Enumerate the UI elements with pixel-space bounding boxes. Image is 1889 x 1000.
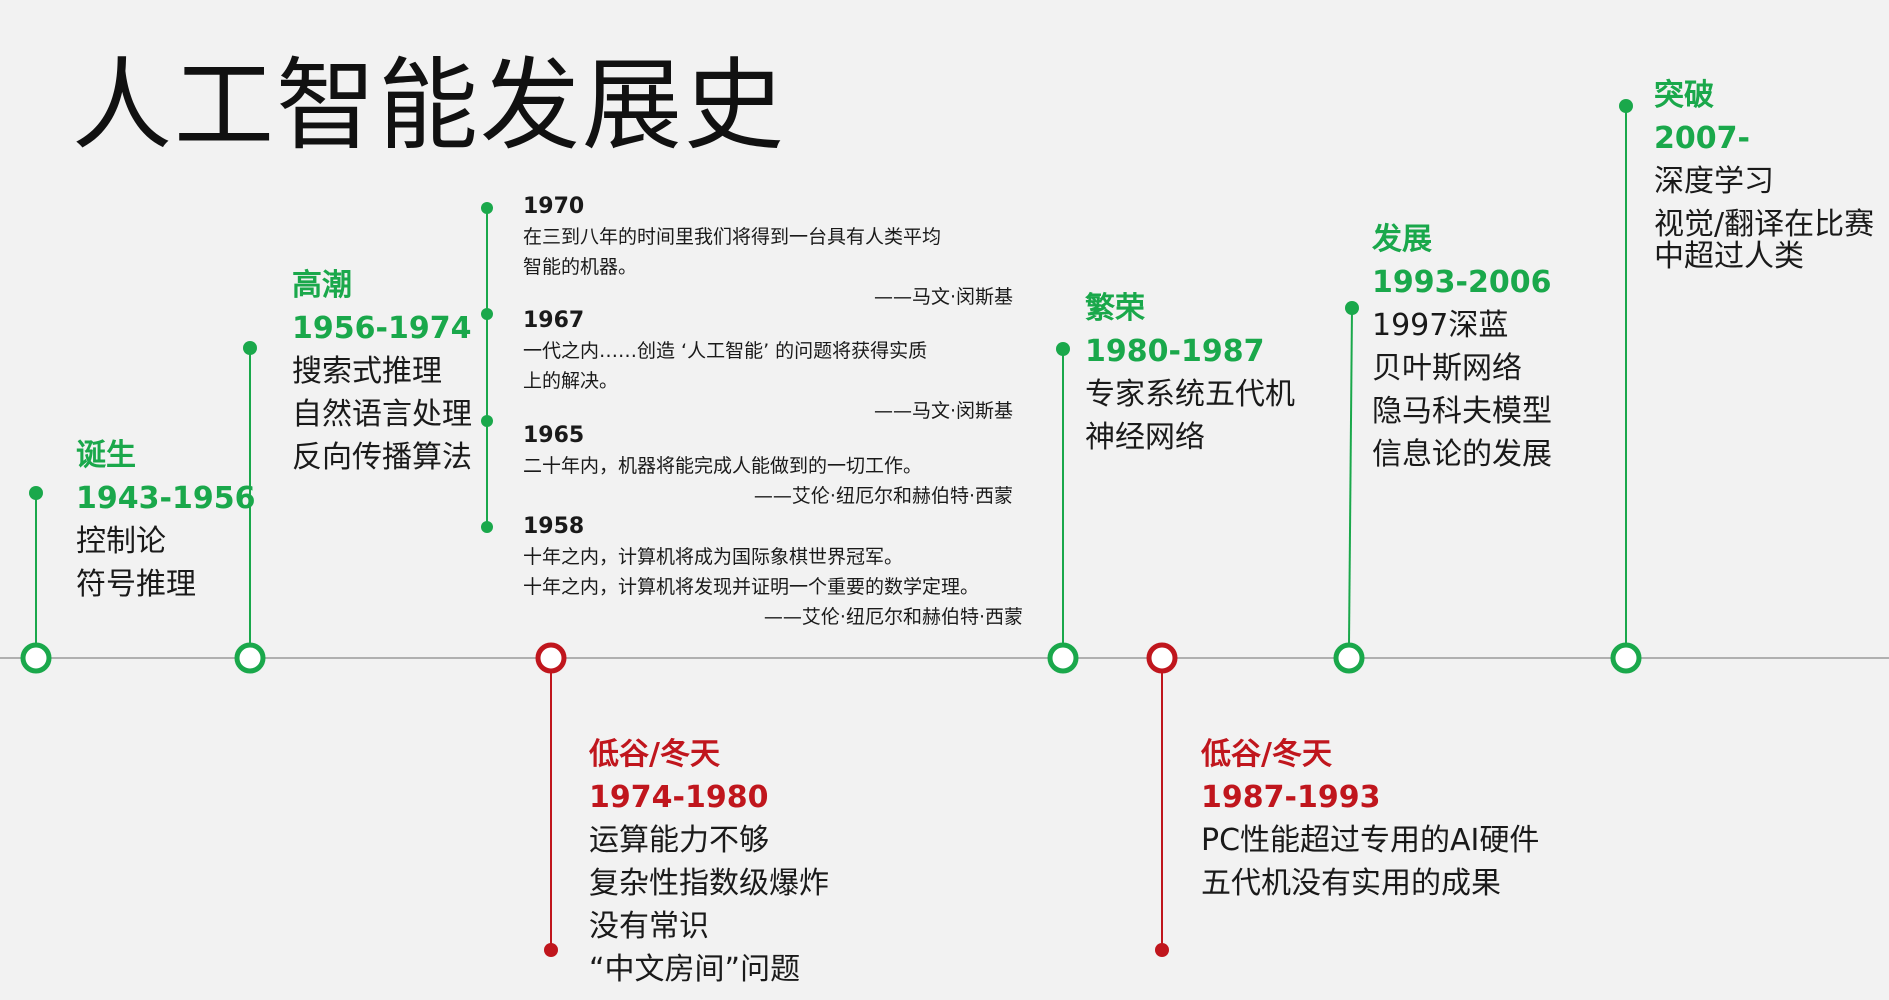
quote-year: 1967 bbox=[523, 308, 585, 333]
dot-prosperity bbox=[1056, 342, 1070, 356]
quote-text: 二十年内，机器将能完成人能做到的一切工作。 bbox=[523, 455, 923, 477]
quote-dot-1958 bbox=[481, 521, 493, 533]
period-item: 专家系统五代机 bbox=[1085, 377, 1295, 412]
quote-author: ——艾伦·纽厄尔和赫伯特·西蒙 bbox=[753, 485, 1013, 507]
quote-year: 1970 bbox=[523, 194, 585, 219]
period-birth: 诞生 1943-1956 控制论 符号推理 bbox=[76, 434, 255, 606]
quote-text: 十年之内，计算机将发现并证明一个重要的数学定理。 bbox=[523, 576, 980, 598]
period-item: PC性能超过专用的AI硬件 bbox=[1201, 823, 1540, 858]
quote-1967: 1967 一代之内……创造 ‘人工智能’ 的问题将获得实质 上的解决。 ——马文… bbox=[523, 306, 1013, 426]
quote-text: 在三到八年的时间里我们将得到一台具有人类平均 bbox=[523, 226, 942, 248]
period-name: 低谷/冬天 bbox=[1201, 737, 1332, 772]
quote-author: ——艾伦·纽厄尔和赫伯特·西蒙 bbox=[763, 606, 1023, 628]
period-winter-2: 低谷/冬天 1987-1993 PC性能超过专用的AI硬件 五代机没有实用的成果 bbox=[1201, 733, 1539, 905]
quote-text: 上的解决。 bbox=[523, 370, 619, 392]
quote-year: 1965 bbox=[523, 423, 585, 448]
period-years: 1974-1980 bbox=[589, 780, 769, 815]
quote-1970: 1970 在三到八年的时间里我们将得到一台具有人类平均 智能的机器。 ——马文·… bbox=[523, 192, 1013, 312]
period-name: 发展 bbox=[1372, 222, 1432, 257]
period-item: 信息论的发展 bbox=[1372, 437, 1552, 472]
period-item: 没有常识 bbox=[589, 909, 709, 944]
dot-boom bbox=[243, 341, 257, 355]
period-item: 控制论 bbox=[76, 524, 166, 559]
dot-development bbox=[1345, 301, 1359, 315]
period-item: 神经网络 bbox=[1085, 420, 1205, 455]
dot-winter-1 bbox=[544, 943, 558, 957]
period-item: 运算能力不够 bbox=[589, 823, 769, 858]
period-item: 贝叶斯网络 bbox=[1372, 351, 1522, 386]
period-name: 繁荣 bbox=[1085, 291, 1145, 326]
period-item: 反向传播算法 bbox=[292, 440, 472, 475]
period-item: 中超过人类 bbox=[1654, 239, 1804, 274]
period-item: 隐马科夫模型 bbox=[1372, 394, 1552, 429]
milestone-boom bbox=[234, 642, 266, 674]
period-item: 视觉/翻译在比赛 bbox=[1654, 207, 1875, 242]
quote-1958: 1958 十年之内，计算机将成为国际象棋世界冠军。 十年之内，计算机将发现并证明… bbox=[523, 512, 1023, 632]
dot-winter-2 bbox=[1155, 943, 1169, 957]
period-item: 深度学习 bbox=[1654, 164, 1774, 199]
quote-year: 1958 bbox=[523, 514, 585, 539]
period-years: 1993-2006 bbox=[1372, 265, 1552, 300]
quote-dot-1965 bbox=[481, 415, 493, 427]
period-item: 1997深蓝 bbox=[1372, 308, 1509, 343]
period-years: 1943-1956 bbox=[76, 481, 256, 516]
quote-dot-1967 bbox=[481, 308, 493, 320]
period-name: 突破 bbox=[1654, 78, 1714, 113]
period-boom: 高潮 1956-1974 搜索式推理 自然语言处理 反向传播算法 bbox=[292, 264, 472, 479]
period-item: 五代机没有实用的成果 bbox=[1201, 866, 1501, 901]
period-item: 自然语言处理 bbox=[292, 397, 472, 432]
connector-development bbox=[1348, 307, 1353, 645]
milestone-winter-2 bbox=[1146, 642, 1178, 674]
quote-text: 智能的机器。 bbox=[523, 256, 638, 278]
milestone-prosperity bbox=[1047, 642, 1079, 674]
dot-breakthrough bbox=[1619, 99, 1633, 113]
milestone-birth bbox=[20, 642, 52, 674]
dot-birth bbox=[29, 486, 43, 500]
period-item: 复杂性指数级爆炸 bbox=[589, 866, 829, 901]
period-years: 1956-1974 bbox=[292, 311, 472, 346]
milestone-breakthrough bbox=[1610, 642, 1642, 674]
quote-text: 一代之内……创造 ‘人工智能’ 的问题将获得实质 bbox=[523, 340, 928, 362]
period-name: 诞生 bbox=[76, 438, 136, 473]
milestone-development bbox=[1333, 642, 1365, 674]
period-item: 搜索式推理 bbox=[292, 354, 442, 389]
period-years: 1980-1987 bbox=[1085, 334, 1265, 369]
period-breakthrough: 突破 2007- 深度学习 视觉/翻译在比赛 中超过人类 bbox=[1654, 74, 1874, 273]
period-name: 低谷/冬天 bbox=[589, 737, 720, 772]
quote-1965: 1965 二十年内，机器将能完成人能做到的一切工作。 ——艾伦·纽厄尔和赫伯特·… bbox=[523, 421, 1013, 511]
period-years: 1987-1993 bbox=[1201, 780, 1381, 815]
period-winter-1: 低谷/冬天 1974-1980 运算能力不够 复杂性指数级爆炸 没有常识 “中文… bbox=[589, 733, 829, 991]
period-development: 发展 1993-2006 1997深蓝 贝叶斯网络 隐马科夫模型 信息论的发展 bbox=[1372, 218, 1552, 476]
period-item: “中文房间”问题 bbox=[589, 952, 801, 987]
period-prosperity: 繁荣 1980-1987 专家系统五代机 神经网络 bbox=[1085, 287, 1295, 459]
quote-dot-1970 bbox=[481, 202, 493, 214]
milestone-winter-1 bbox=[535, 642, 567, 674]
period-item: 符号推理 bbox=[76, 567, 196, 602]
period-years: 2007- bbox=[1654, 121, 1750, 156]
quote-text: 十年之内，计算机将成为国际象棋世界冠军。 bbox=[523, 546, 904, 568]
period-name: 高潮 bbox=[292, 268, 352, 303]
